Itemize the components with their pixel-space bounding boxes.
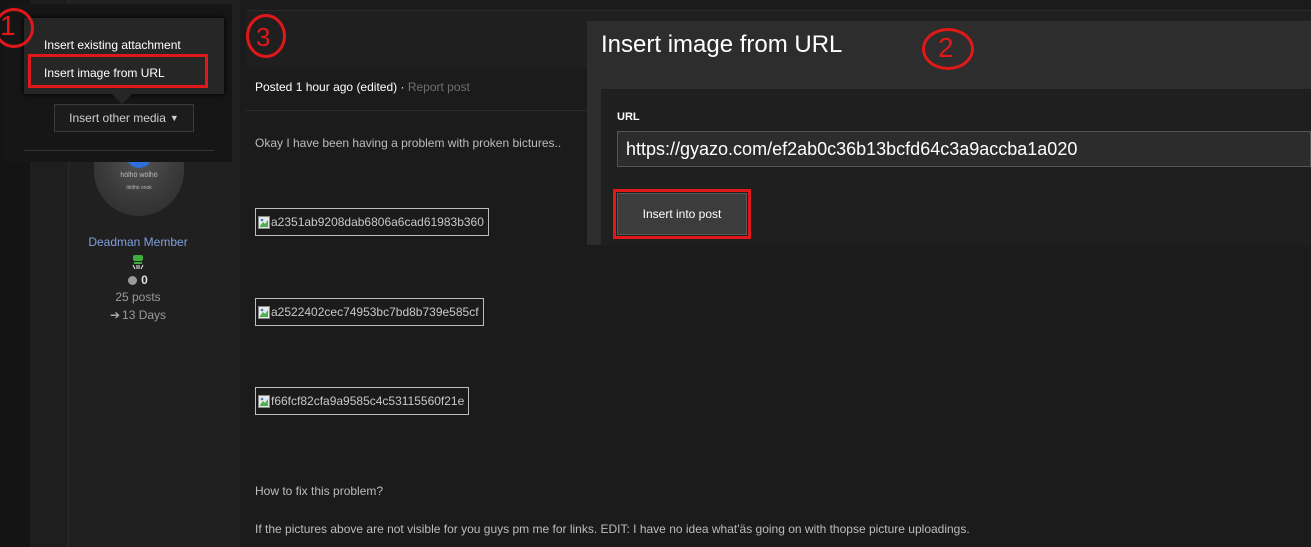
dropdown-arrow: [112, 94, 132, 104]
post-count: 25 posts: [115, 290, 161, 304]
insert-media-dropdown: Insert existing attachment Insert image …: [4, 4, 232, 162]
report-post-link[interactable]: Report post: [408, 80, 470, 94]
dropdown-menu: Insert existing attachment Insert image …: [24, 18, 224, 94]
broken-image-icon: [258, 394, 270, 408]
member-days-value: 13 Days: [122, 308, 167, 322]
broken-image-alt: a2522402cec74953bc7bd8b739e585cf: [271, 305, 479, 319]
post-footer: If the pictures above are not visible fo…: [255, 522, 970, 536]
insert-into-post-button[interactable]: Insert into post: [617, 193, 747, 235]
menu-item-insert-image-from-url[interactable]: Insert image from URL: [44, 66, 165, 80]
divider: [24, 150, 214, 151]
post-intro: Okay I have been having a problem with p…: [255, 136, 562, 150]
reputation-value: 0: [141, 273, 148, 287]
avatar-subcaption: ölölhö onok: [126, 185, 152, 191]
dialog-body: URL Insert into post: [601, 89, 1311, 245]
insert-other-media-button[interactable]: Insert other media ▼: [54, 104, 194, 132]
broken-image[interactable]: a2351ab9208dab6806a6cad61983b360: [255, 208, 489, 236]
post-question: How to fix this problem?: [255, 484, 384, 498]
broken-image[interactable]: a2522402cec74953bc7bd8b739e585cf: [255, 298, 484, 326]
insert-other-media-label: Insert other media: [69, 111, 166, 125]
sign-in-icon: ➔: [109, 308, 121, 322]
reputation: 0: [60, 273, 216, 287]
avatar-text: hölhö wölhö ölölhö onok: [94, 172, 184, 191]
menu-item-insert-existing-attachment[interactable]: Insert existing attachment: [44, 38, 181, 52]
meta-separator: ·: [400, 80, 405, 94]
dialog-title: Insert image from URL: [601, 31, 843, 58]
profile-name[interactable]: Deadman Member: [60, 235, 216, 249]
post-meta: Posted 1 hour ago (edited) · Report post: [255, 80, 470, 94]
annotation-2: 2: [938, 32, 954, 63]
annotation-1: 1: [0, 10, 16, 41]
posted-prefix: Posted: [255, 80, 293, 94]
broken-image-alt: f66fcf82cfa9a9585c4c53115560f21e: [271, 394, 465, 408]
rank-icon: [130, 254, 146, 270]
post-time[interactable]: 1 hour ago: [296, 80, 353, 94]
broken-image-icon: [258, 305, 270, 319]
broken-image-icon: [258, 215, 270, 229]
annotation-3: 3: [256, 22, 271, 52]
post-edited: (edited): [356, 80, 398, 94]
broken-image[interactable]: f66fcf82cfa9a9585c4c53115560f21e: [255, 387, 470, 415]
broken-image-alt: a2351ab9208dab6806a6cad61983b360: [271, 215, 484, 229]
url-label: URL: [617, 111, 640, 123]
reputation-dot-icon: [128, 276, 138, 285]
url-input[interactable]: [617, 131, 1311, 167]
member-days: ➔ 13 Days: [60, 308, 216, 322]
avatar-caption: hölhö wölhö: [120, 172, 158, 179]
caret-down-icon: ▼: [169, 113, 179, 123]
